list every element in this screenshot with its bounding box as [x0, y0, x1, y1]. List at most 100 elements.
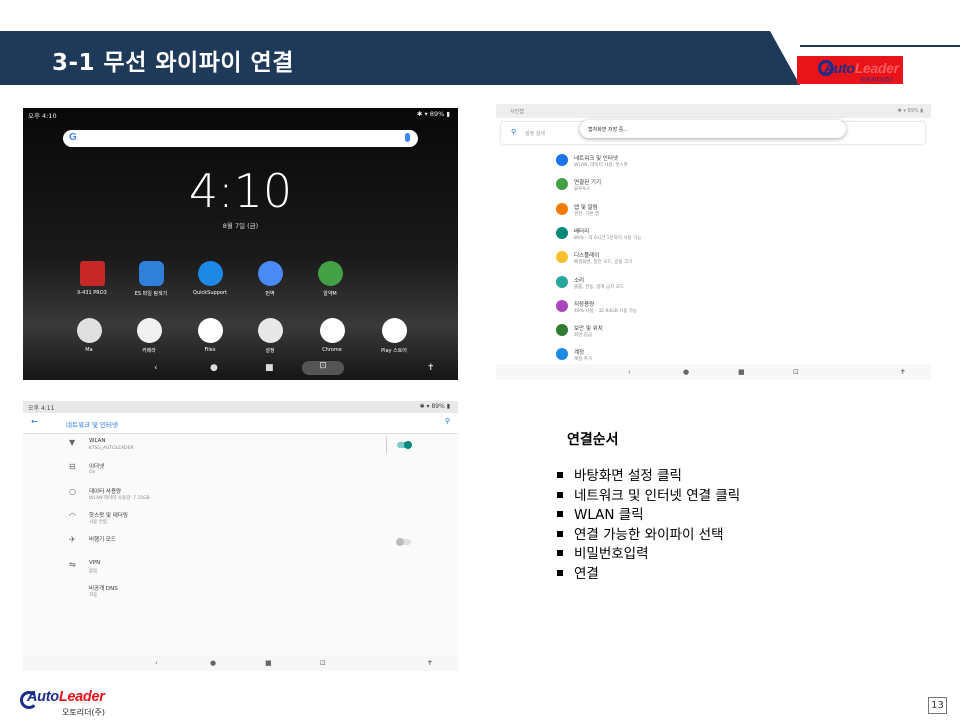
app-label: 카메라 — [142, 348, 156, 354]
app-label: X-431 PRO3 — [77, 290, 107, 296]
home-icon[interactable]: ● — [210, 363, 218, 374]
back-arrow-icon[interactable]: ← — [31, 417, 38, 426]
app-shortcut[interactable]: X-431 PRO3 — [67, 261, 117, 296]
pill-icon — [317, 261, 343, 286]
airplane-toggle[interactable] — [396, 538, 411, 547]
app-label: 알약M — [323, 291, 337, 297]
footer-logo: AutoLeader 오토리더(주) — [20, 688, 110, 720]
x431-icon — [79, 261, 105, 286]
screenshot-icon[interactable]: ⊡ — [793, 367, 799, 378]
toggle-knob — [404, 441, 412, 449]
home-icon[interactable]: ● — [210, 658, 216, 669]
app-label: Files — [204, 347, 216, 353]
chrome-icon — [319, 318, 345, 343]
home-screen-screenshot: 오후 4:10 ✱ ▾ 89% ▮ G 4:10 8월 7일 (금) X-431… — [23, 108, 458, 380]
quicksupport-icon — [197, 261, 223, 286]
settings-item-title: 저장용량 — [574, 301, 595, 308]
display-icon — [556, 251, 568, 264]
recents-icon[interactable]: ■ — [265, 658, 272, 669]
app-shortcut[interactable]: Ma — [64, 318, 114, 353]
home-icon[interactable]: ● — [683, 367, 689, 378]
google-search-bar[interactable]: G — [63, 130, 418, 147]
settings-item-title: 계정 — [574, 350, 585, 357]
app-shortcut[interactable]: 카메라 — [124, 318, 174, 354]
app-shortcut[interactable]: QuickSupport — [185, 261, 235, 296]
app-shortcut[interactable]: 알약M — [305, 261, 355, 297]
accessibility-icon[interactable]: ✝ — [900, 367, 906, 378]
search-icon[interactable]: ⚲ — [445, 417, 450, 425]
title-banner: 3-1 무선 와이파이 연결 — [0, 31, 800, 85]
network-item-title: 핫스팟 및 테더링 — [89, 512, 128, 519]
devices-icon — [556, 178, 568, 191]
wlan-divider — [386, 437, 387, 453]
lock-icon — [556, 324, 568, 337]
accessibility-icon[interactable]: ✝ — [427, 658, 433, 669]
status-bar: 오후 4:10 ✱ ▾ 89% ▮ — [23, 108, 458, 120]
network-item-subtitle: 자동 — [89, 592, 98, 598]
settings-item-subtitle: 49% 사용 - 32.94GB 사용 가능 — [574, 308, 638, 314]
instruction-step: 비밀번호입력 — [557, 545, 740, 565]
instruction-step-text: 연결 — [574, 565, 599, 582]
back-icon[interactable]: ‹ — [155, 658, 158, 669]
app-shortcut[interactable]: ES 파일 탐색기 — [126, 261, 176, 297]
battery-icon — [556, 226, 568, 239]
settings-item-subtitle: 89% - 약 6시간 1분까지 사용 가능 — [574, 235, 642, 241]
recents-icon[interactable]: ■ — [265, 363, 274, 374]
bullet-icon — [557, 530, 563, 537]
app-shortcut[interactable]: 설정 — [245, 318, 295, 354]
network-item-subtitle: KT5G_AUTOLEADER — [89, 446, 134, 451]
screenshot-toast: 캡처화면 저장 중... — [580, 120, 846, 138]
app-label: 번역 — [265, 291, 275, 297]
accessibility-icon[interactable]: ✝ — [427, 363, 435, 374]
home-nav-bar: ‹ ● ■ ⊡ ✝ — [23, 358, 458, 380]
slide-title: 3-1 무선 와이파이 연결 — [52, 50, 294, 76]
network-screenshot: 오후 4:11 ✱ ▾ 89% ▮ ← 네트워크 및 인터넷 ⚲ ▼ WLAN KT… — [23, 401, 458, 671]
settings-gear-icon — [257, 318, 283, 343]
status-time: 오후 4:11 — [28, 405, 55, 412]
settings-item-subtitle: WLAN, 데이터 사용, 핫스팟 — [574, 163, 628, 168]
recents-icon[interactable]: ■ — [738, 367, 745, 378]
settings-item-subtitle: 배경화면, 절전 모드, 글꼴 크기 — [574, 260, 633, 266]
app-shortcut[interactable]: Files — [185, 318, 235, 353]
instruction-step: 네트워크 및 인터넷 연결 클릭 — [557, 487, 740, 507]
data-usage-icon: ○ — [69, 486, 76, 496]
footer-logo-sub: 오토리더(주) — [62, 708, 106, 717]
instruction-step-text: 네트워크 및 인터넷 연결 클릭 — [574, 487, 741, 504]
back-icon[interactable]: ‹ — [628, 367, 631, 378]
wlan-toggle[interactable] — [397, 441, 412, 449]
settings-item-title: 연결된 기기 — [574, 180, 602, 187]
app-label: ES 파일 탐색기 — [134, 291, 168, 297]
settings-item-subtitle: 화면 잠금 — [574, 333, 592, 339]
corner-logo-sub: 오토리더(주) — [860, 77, 893, 84]
hotspot-icon: ◠ — [69, 510, 76, 520]
account-icon — [556, 348, 568, 361]
settings-item-subtitle: 계정 추가 — [574, 357, 592, 363]
settings-item-title: 소리 — [574, 277, 585, 284]
screenshot-icon[interactable]: ⊡ — [320, 658, 326, 669]
apps-icon — [556, 202, 568, 215]
bullet-icon — [557, 472, 563, 478]
app-shortcut[interactable]: Chrome — [307, 318, 357, 353]
app-shortcut[interactable]: Play 스토어 — [369, 318, 419, 354]
instruction-step-text: 비밀번호입력 — [574, 546, 649, 562]
network-item-title: 비공개 DNS — [89, 585, 118, 592]
settings-screenshot: 사진캡 ✱ ▾ 89% ▮ ⚲ 설정 검색 캡처화면 저장 중... 네트워크 … — [496, 104, 931, 380]
instruction-step-text: WLAN 클릭 — [574, 507, 644, 523]
toggle-knob — [396, 538, 404, 547]
status-battery: ✱ ▾ 89% ▮ — [897, 108, 923, 114]
wifi-icon — [556, 154, 568, 166]
network-item-subtitle: 사용 안함 — [89, 519, 107, 525]
settings-item-title: 보안 및 위치 — [574, 326, 603, 333]
mic-icon[interactable] — [405, 133, 410, 142]
settings-item-title: 디스플레이 — [574, 253, 600, 260]
toast-text: 캡처화면 저장 중... — [588, 127, 629, 133]
settings-item-title: 배터리 — [574, 228, 590, 235]
network-item-subtitle: On — [89, 470, 96, 476]
bullet-icon — [557, 491, 563, 498]
app-shortcut[interactable]: 번역 — [245, 261, 295, 297]
status-bar: 사진캡 ✱ ▾ 89% ▮ — [496, 104, 931, 118]
screenshot-icon[interactable]: ⊡ — [302, 361, 344, 375]
instruction-step: 연결 — [557, 565, 740, 585]
play-store-icon — [381, 318, 407, 343]
back-icon[interactable]: ‹ — [154, 363, 158, 374]
